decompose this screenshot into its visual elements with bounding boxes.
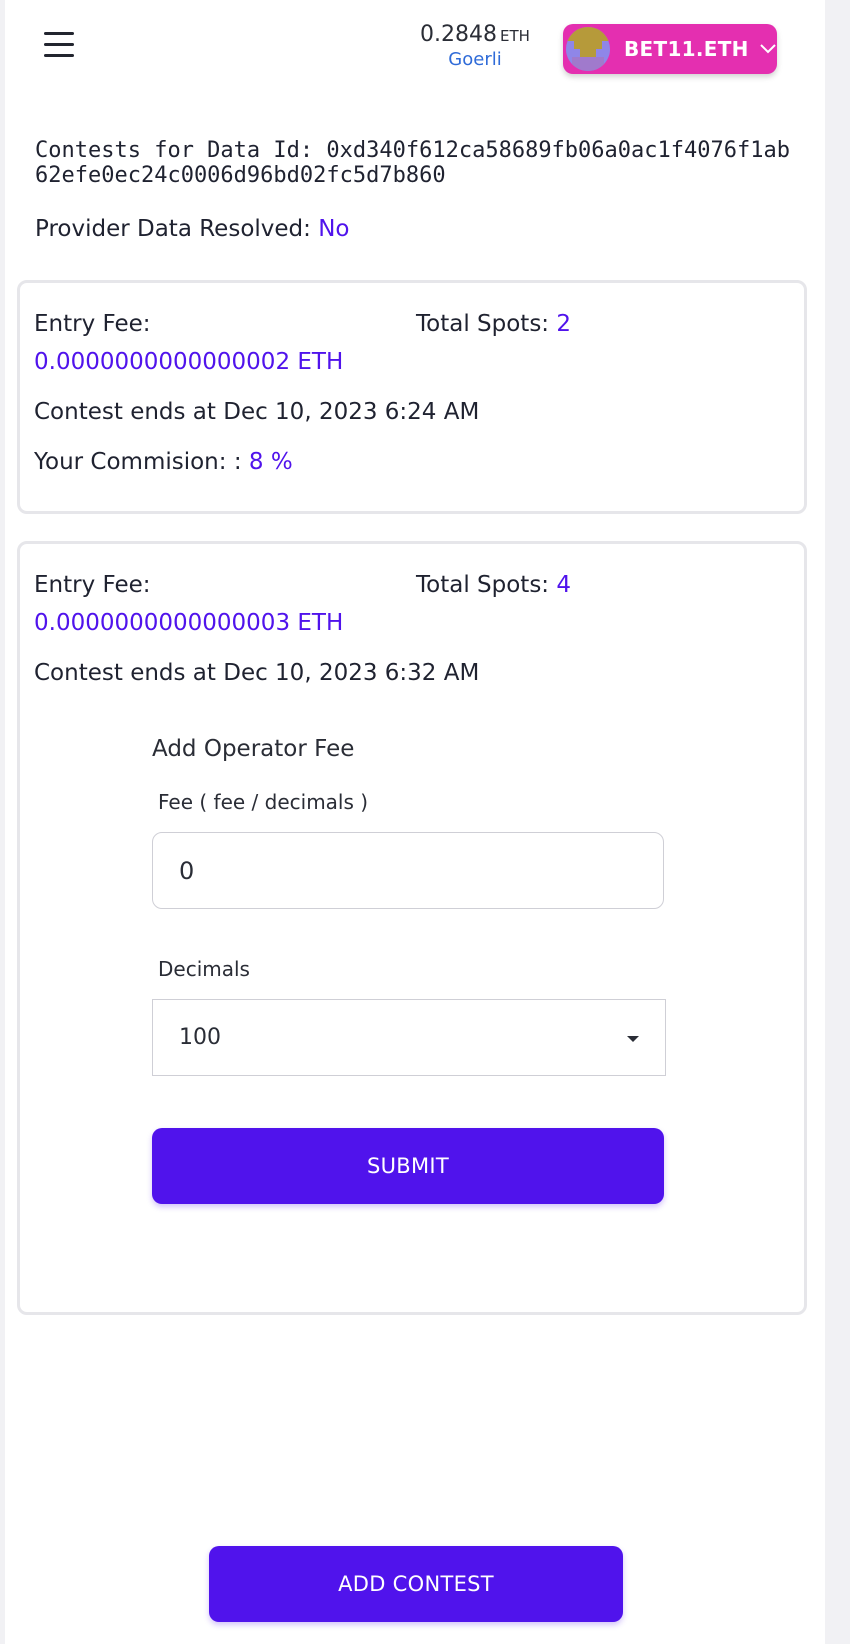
add-contest-button[interactable]: ADD CONTEST <box>209 1546 623 1622</box>
contest-card: Entry Fee: 0.0000000000000003 ETH Total … <box>17 541 807 1315</box>
decimals-selected-value: 100 <box>179 1025 221 1050</box>
entry-fee-label: Entry Fee: <box>34 572 151 598</box>
avatar-identicon <box>566 27 610 71</box>
entry-fee-value: 0.0000000000000003 ETH <box>34 610 344 636</box>
caret-down-icon <box>627 1036 639 1042</box>
contest-end-time: Contest ends at Dec 10, 2023 6:24 AM <box>34 399 480 425</box>
contest-card: Entry Fee: 0.0000000000000002 ETH Total … <box>17 280 807 514</box>
wallet-balance: 0.2848 ETH Goerli <box>405 22 545 70</box>
account-name: BET11.ETH <box>624 37 749 61</box>
contest-end-time: Contest ends at Dec 10, 2023 6:32 AM <box>34 660 480 686</box>
fee-input[interactable] <box>152 832 664 909</box>
total-spots: Total Spots: 4 <box>416 572 571 598</box>
total-spots-value: 4 <box>556 572 571 598</box>
decimals-select[interactable]: 100 <box>152 999 666 1076</box>
menu-icon[interactable] <box>41 32 77 64</box>
entry-fee-label: Entry Fee: <box>34 311 151 337</box>
entry-fee-value: 0.0000000000000002 ETH <box>34 349 344 375</box>
page: 0.2848 ETH Goerli BET11.ETH Contests for … <box>5 0 825 1644</box>
submit-button[interactable]: SUBMIT <box>152 1128 664 1204</box>
top-bar: 0.2848 ETH Goerli BET11.ETH <box>5 0 825 100</box>
total-spots-value: 2 <box>556 311 571 337</box>
commission: Your Commision: : 8 % <box>34 449 293 475</box>
total-spots: Total Spots: 2 <box>416 311 571 337</box>
provider-resolved-status: Provider Data Resolved: No <box>35 216 795 242</box>
account-button[interactable]: BET11.ETH <box>563 24 777 74</box>
balance-amount: 0.2848 <box>420 22 498 47</box>
operator-fee-form: Add Operator Fee Fee ( fee / decimals ) … <box>152 736 672 1204</box>
operator-fee-title: Add Operator Fee <box>152 736 355 762</box>
total-spots-label: Total Spots: <box>416 572 557 598</box>
data-id-heading: Contests for Data Id: 0xd340f612ca58689f… <box>35 138 790 188</box>
chevron-down-icon <box>760 44 776 54</box>
resolved-label: Provider Data Resolved: <box>35 216 319 242</box>
network-name: Goerli <box>448 49 502 70</box>
resolved-value: No <box>318 216 350 242</box>
balance-unit: ETH <box>500 27 530 45</box>
total-spots-label: Total Spots: <box>416 311 557 337</box>
commission-value: 8 % <box>248 449 293 475</box>
fee-label: Fee ( fee / decimals ) <box>158 790 369 814</box>
decimals-label: Decimals <box>158 957 250 981</box>
commission-label: Your Commision: : <box>34 449 249 475</box>
main-content: Contests for Data Id: 0xd340f612ca58689f… <box>5 138 825 242</box>
